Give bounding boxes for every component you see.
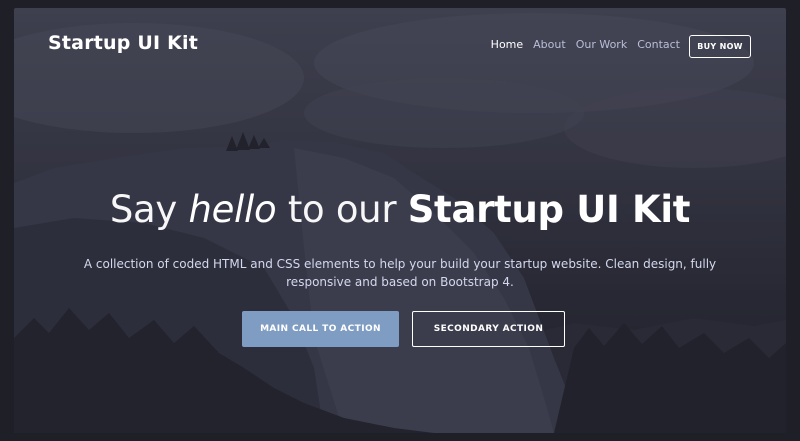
hero-title-prefix: Say [109,188,177,231]
nav-link-contact[interactable]: Contact [637,38,680,51]
nav-link-our-work[interactable]: Our Work [576,38,628,51]
secondary-action-button[interactable]: SECONDARY ACTION [412,311,565,347]
main-call-to-action-button[interactable]: MAIN CALL TO ACTION [242,311,399,347]
navbar: Startup UI Kit Home About Our Work Conta… [14,8,786,88]
buy-now-button[interactable]: BUY NOW [689,35,751,58]
nav-link-home[interactable]: Home [491,38,523,51]
hero-title: Say hello to our Startup UI Kit [14,188,786,231]
nav-link-about[interactable]: About [533,38,566,51]
nav-links: Home About Our Work Contact [491,38,680,51]
hero-title-emphasis: hello [188,188,277,231]
hero-title-middle: to our [287,188,397,231]
hero-title-strong: Startup UI Kit [407,188,691,231]
brand-logo[interactable]: Startup UI Kit [48,32,198,54]
hero-section: Startup UI Kit Home About Our Work Conta… [14,8,786,433]
hero-subtitle: A collection of coded HTML and CSS eleme… [83,257,717,289]
